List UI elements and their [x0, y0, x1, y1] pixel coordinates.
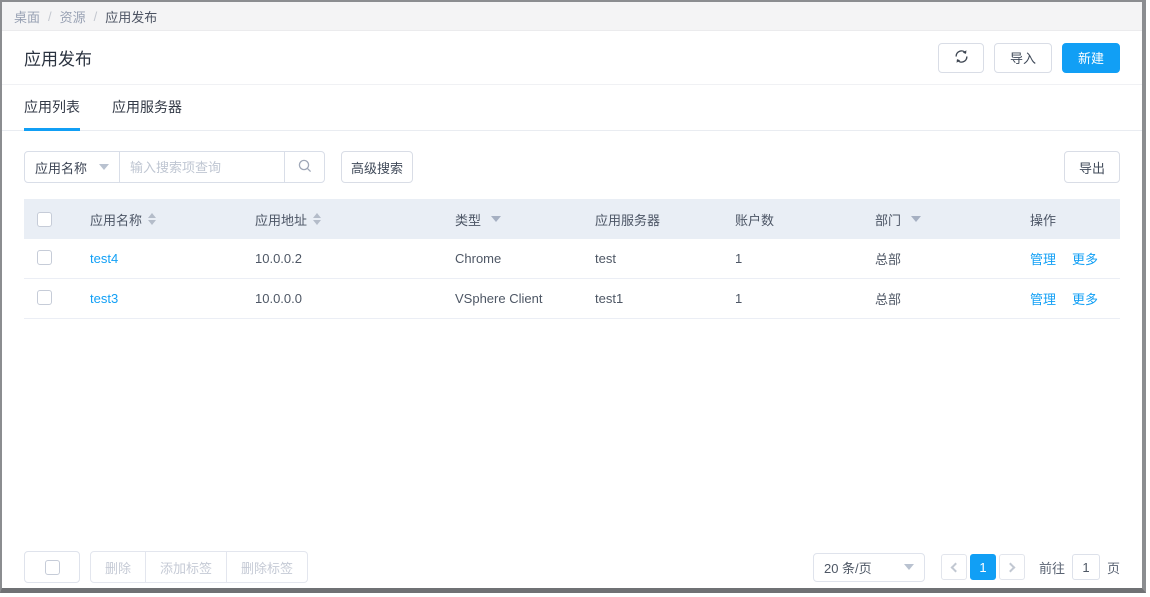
advanced-search-button[interactable]: 高级搜索	[341, 151, 413, 183]
page-title: 应用发布	[24, 45, 92, 70]
sort-icon[interactable]	[313, 213, 321, 225]
type-cell: Chrome	[455, 251, 595, 266]
more-link[interactable]: 更多	[1072, 289, 1098, 308]
goto-page-input[interactable]	[1072, 554, 1100, 580]
column-header-app-server: 应用服务器	[595, 210, 735, 229]
search-button[interactable]	[284, 152, 324, 182]
add-tag-button[interactable]: 添加标签	[146, 551, 227, 583]
table-header-row: 应用名称 应用地址 类型 应用服务器 账户数 部门 操作	[24, 199, 1120, 239]
select-all-cell	[24, 212, 90, 227]
column-header-type: 类型	[455, 210, 595, 229]
table-row: test3 10.0.0.0 VSphere Client test1 1 总部…	[24, 279, 1120, 319]
chevron-left-icon	[951, 562, 961, 572]
column-header-actions: 操作	[1030, 210, 1120, 229]
tab-app-list[interactable]: 应用列表	[24, 85, 80, 131]
table-body: test4 10.0.0.2 Chrome test 1 总部 管理 更多 te…	[24, 239, 1120, 319]
footer-select-all-button[interactable]	[24, 551, 80, 583]
app-server-cell: test1	[595, 291, 735, 306]
page-size-value: 20 条/页	[824, 558, 872, 577]
export-button[interactable]: 导出	[1064, 151, 1120, 183]
search-group: 应用名称	[24, 151, 325, 183]
type-cell: VSphere Client	[455, 291, 595, 306]
filter-icon[interactable]	[911, 216, 921, 222]
page-header: 应用发布 导入 新建	[2, 31, 1142, 85]
app-window: 桌面 / 资源 / 应用发布 应用发布 导入 新建 应用	[0, 0, 1146, 593]
remove-tag-button[interactable]: 删除标签	[227, 551, 308, 583]
page-size-select[interactable]: 20 条/页	[813, 553, 925, 582]
pagination: 20 条/页 1 前往 页	[813, 553, 1120, 582]
goto-page: 前往 页	[1039, 554, 1120, 580]
toolbar: 应用名称 高级搜索 导出	[2, 151, 1142, 183]
column-header-app-address: 应用地址	[255, 210, 455, 229]
column-label: 应用服务器	[595, 210, 660, 229]
search-field-value: 应用名称	[35, 158, 87, 177]
import-button[interactable]: 导入	[994, 43, 1052, 73]
accounts-cell: 1	[735, 291, 875, 306]
breadcrumb: 桌面 / 资源 / 应用发布	[2, 2, 1142, 31]
breadcrumb-desktop[interactable]: 桌面	[14, 7, 40, 26]
goto-label: 前往	[1039, 558, 1065, 577]
column-header-department: 部门	[875, 210, 1030, 229]
accounts-cell: 1	[735, 251, 875, 266]
column-label: 账户数	[735, 210, 774, 229]
select-all-checkbox[interactable]	[37, 212, 52, 227]
column-label: 应用地址	[255, 210, 307, 229]
department-cell: 总部	[875, 249, 1030, 268]
footer-bar: 删除 添加标签 删除标签 20 条/页 1 前往 页	[24, 551, 1120, 583]
search-input[interactable]	[120, 152, 284, 182]
actions-cell: 管理 更多	[1030, 289, 1120, 308]
actions-cell: 管理 更多	[1030, 249, 1120, 268]
tabs: 应用列表 应用服务器	[2, 85, 1142, 131]
breadcrumb-separator: /	[94, 9, 98, 24]
app-name-link[interactable]: test3	[90, 291, 118, 306]
column-label: 部门	[875, 210, 901, 229]
app-address-cell: 10.0.0.0	[255, 291, 455, 306]
app-name-cell: test4	[90, 251, 255, 266]
breadcrumb-separator: /	[48, 9, 52, 24]
app-name-link[interactable]: test4	[90, 251, 118, 266]
row-select-cell	[24, 250, 90, 268]
refresh-icon	[954, 49, 969, 67]
breadcrumb-current: 应用发布	[105, 7, 157, 26]
chevron-down-icon	[904, 564, 914, 570]
pager: 1	[941, 554, 1025, 580]
delete-button[interactable]: 删除	[90, 551, 146, 583]
tab-app-servers[interactable]: 应用服务器	[112, 85, 182, 131]
breadcrumb-resources[interactable]: 资源	[60, 7, 86, 26]
search-icon	[297, 158, 313, 177]
column-header-accounts: 账户数	[735, 210, 875, 229]
manage-link[interactable]: 管理	[1030, 289, 1056, 308]
create-button[interactable]: 新建	[1062, 43, 1120, 73]
footer-select-all-checkbox	[45, 560, 60, 575]
app-table: 应用名称 应用地址 类型 应用服务器 账户数 部门 操作	[24, 199, 1120, 319]
row-checkbox[interactable]	[37, 250, 52, 265]
app-address-cell: 10.0.0.2	[255, 251, 455, 266]
column-label: 类型	[455, 210, 481, 229]
department-cell: 总部	[875, 289, 1030, 308]
app-name-cell: test3	[90, 291, 255, 306]
header-actions: 导入 新建	[938, 43, 1120, 73]
current-page-button[interactable]: 1	[970, 554, 996, 580]
chevron-right-icon	[1006, 562, 1016, 572]
row-checkbox[interactable]	[37, 290, 52, 305]
page-unit-label: 页	[1107, 558, 1120, 577]
column-header-app-name: 应用名称	[90, 210, 255, 229]
chevron-down-icon	[99, 164, 109, 170]
search-field-select[interactable]: 应用名称	[25, 152, 120, 182]
app-server-cell: test	[595, 251, 735, 266]
next-page-button[interactable]	[999, 554, 1025, 580]
sort-icon[interactable]	[148, 213, 156, 225]
column-label: 应用名称	[90, 210, 142, 229]
filter-icon[interactable]	[491, 216, 501, 222]
row-select-cell	[24, 290, 90, 308]
prev-page-button[interactable]	[941, 554, 967, 580]
table-row: test4 10.0.0.2 Chrome test 1 总部 管理 更多	[24, 239, 1120, 279]
bulk-actions: 删除 添加标签 删除标签	[90, 551, 308, 583]
refresh-button[interactable]	[938, 43, 984, 73]
more-link[interactable]: 更多	[1072, 249, 1098, 268]
manage-link[interactable]: 管理	[1030, 249, 1056, 268]
column-label: 操作	[1030, 210, 1056, 229]
